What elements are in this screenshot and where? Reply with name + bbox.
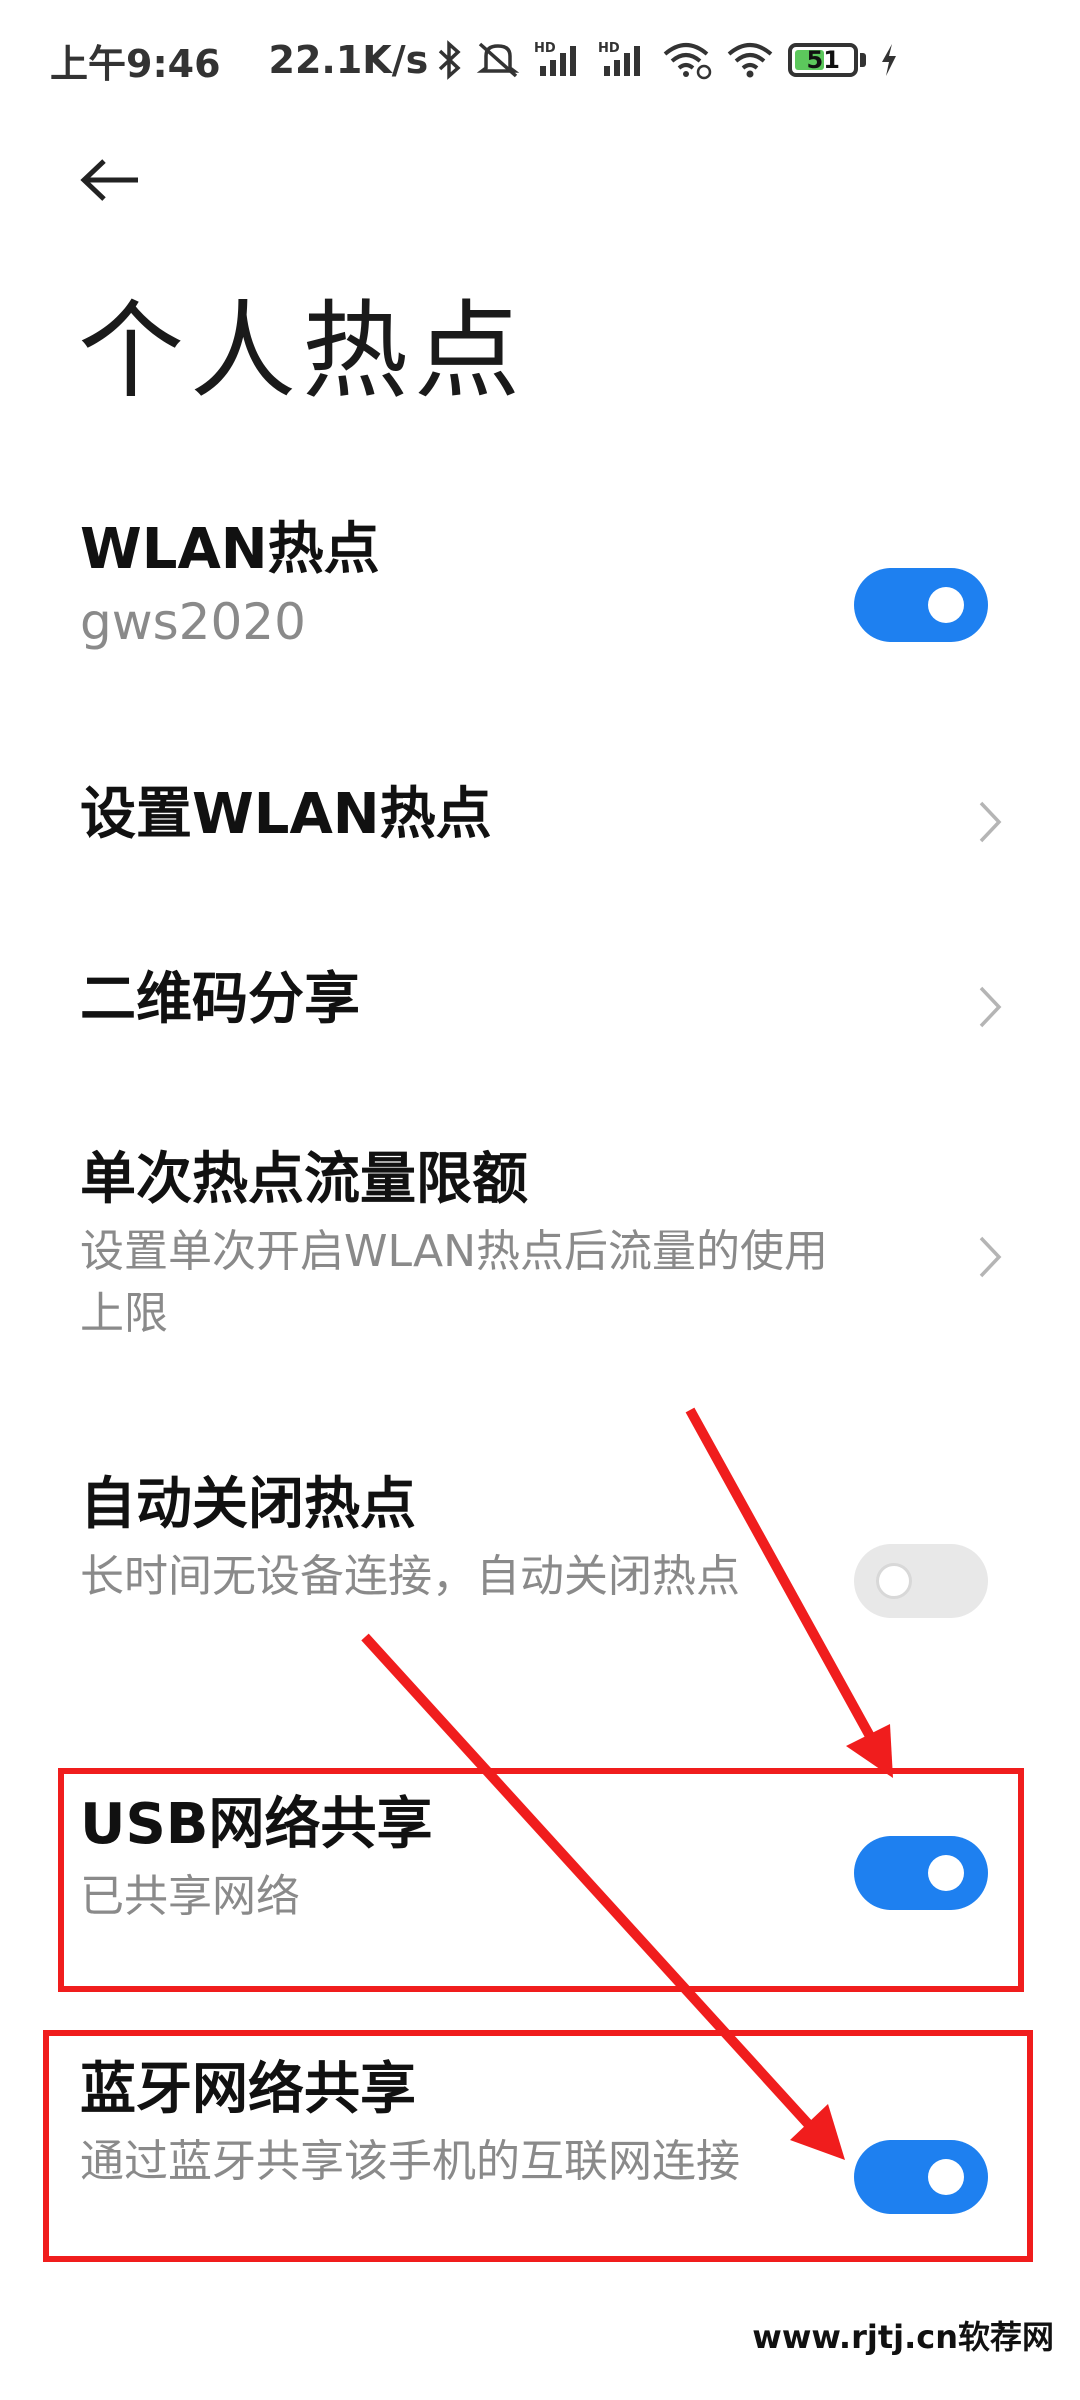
annotation-arrow-bluetooth bbox=[361, 1633, 824, 2141]
watermark: www.rjtj.cn软荐网 bbox=[746, 2312, 1060, 2358]
battery-percent: 51 bbox=[806, 46, 840, 74]
annotation-arrows bbox=[361, 1407, 893, 2160]
annotation-arrow-usb bbox=[685, 1407, 887, 1761]
